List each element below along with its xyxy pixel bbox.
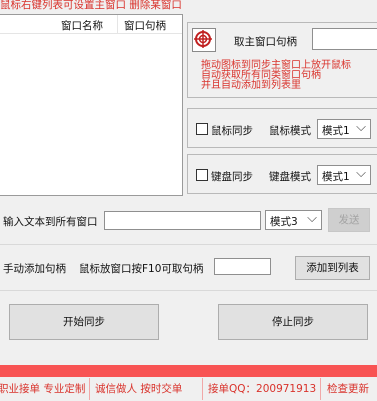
f10-hint-label: 鼠标放窗口按F10可取句柄: [79, 263, 204, 275]
mouse-sync-label: 鼠标同步: [211, 125, 253, 137]
mouse-sync-checkbox[interactable]: [196, 123, 208, 135]
send-text-input[interactable]: [104, 211, 261, 230]
chevron-down-icon: ⌵: [356, 166, 366, 181]
chevron-down-icon: ⌵: [356, 120, 366, 135]
footer-link-honesty[interactable]: 诚信做人 按时交单: [95, 381, 182, 396]
main-window-label: 取主窗口句柄: [234, 36, 297, 48]
main-window-panel: 取主窗口句柄 拖动图标到同步主窗口上放开鼠标 自动获取所有同类窗口句柄 并且自动…: [187, 22, 377, 98]
instruction-line-3: 并且自动添加到列表里: [201, 80, 301, 91]
footer-separator: [320, 378, 321, 400]
mouse-mode-value: 模式1: [322, 125, 350, 137]
drag-instruction: 拖动图标到同步主窗口上放开鼠标 自动获取所有同类窗口句柄 并且自动添加到列表里: [201, 61, 376, 91]
keyboard-mode-label: 键盘模式: [269, 171, 311, 183]
divider: [0, 244, 377, 245]
footer-separator: [202, 378, 203, 400]
window-list[interactable]: 窗口名称 窗口句柄: [0, 14, 183, 196]
add-to-list-button[interactable]: 添加到列表: [295, 256, 370, 280]
mouse-mode-select[interactable]: 模式1 ⌵: [317, 119, 371, 139]
footer-link-custom-orders[interactable]: 职业接单 专业定制: [0, 381, 85, 396]
list-header: 窗口名称 窗口句柄: [0, 15, 182, 34]
list-hint-text: 鼠标右键列表可设置主窗口 删除某窗口: [0, 0, 182, 11]
send-text-label: 输入文本到所有窗口: [3, 216, 98, 228]
keyboard-sync-label: 键盘同步: [211, 171, 253, 183]
finder-tool[interactable]: [192, 28, 216, 52]
chevron-down-icon: ⌵: [307, 211, 317, 226]
manual-add-label: 手动添加句柄: [3, 263, 66, 275]
footer-link-qq[interactable]: 接单QQ：200971913: [208, 381, 316, 396]
keyboard-sync-checkbox[interactable]: [196, 169, 208, 181]
send-button[interactable]: 发送: [328, 208, 370, 232]
column-window-name[interactable]: 窗口名称: [61, 18, 103, 33]
keyboard-mode-value: 模式1: [322, 171, 350, 183]
manual-handle-input[interactable]: [214, 258, 271, 275]
footer-link-check-update[interactable]: 检查更新: [327, 381, 369, 396]
keyboard-mode-select[interactable]: 模式1 ⌵: [317, 165, 371, 185]
crosshair-icon: [194, 30, 212, 48]
start-sync-button[interactable]: 开始同步: [9, 304, 159, 340]
column-separator: [117, 15, 118, 33]
mouse-sync-row: 鼠标同步 鼠标模式 模式1 ⌵: [187, 108, 377, 148]
main-handle-field[interactable]: [312, 28, 377, 50]
mouse-mode-label: 鼠标模式: [269, 125, 311, 137]
footer-band: [0, 365, 377, 377]
keyboard-sync-row: 键盘同步 键盘模式 模式1 ⌵: [187, 154, 377, 194]
footer-separator: [89, 378, 90, 400]
stop-sync-button[interactable]: 停止同步: [218, 304, 368, 340]
send-mode-select[interactable]: 模式3 ⌵: [265, 210, 322, 230]
column-window-handle[interactable]: 窗口句柄: [124, 18, 166, 33]
send-mode-value: 模式3: [270, 216, 298, 228]
divider: [0, 290, 377, 291]
